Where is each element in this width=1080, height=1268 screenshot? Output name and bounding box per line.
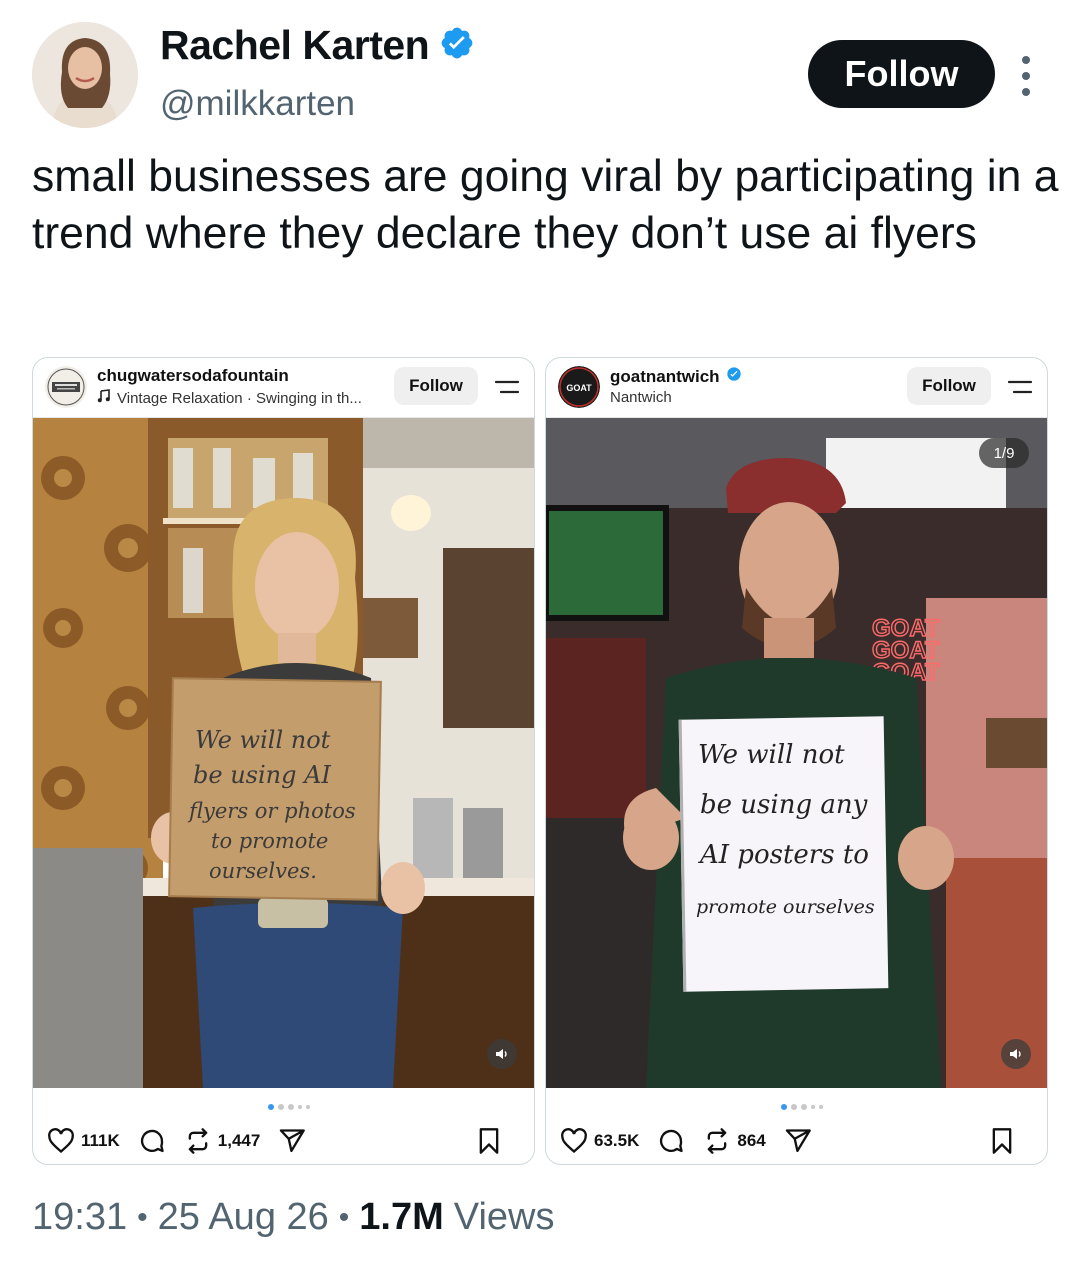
heart-icon bbox=[561, 1128, 587, 1154]
send-icon bbox=[280, 1129, 306, 1153]
bookmark-button[interactable] bbox=[989, 1127, 1015, 1155]
author-avatar[interactable] bbox=[32, 22, 138, 128]
like-count: 111K bbox=[81, 1131, 120, 1150]
carousel-dots bbox=[268, 1104, 310, 1110]
menu-icon[interactable] bbox=[1006, 376, 1034, 398]
embed-follow-button[interactable]: Follow bbox=[907, 367, 991, 405]
repost-icon bbox=[708, 1128, 727, 1154]
embed-audio[interactable]: Vintage Relaxation · Swinging in th... bbox=[97, 389, 362, 407]
tweet-text: small businesses are going viral by part… bbox=[32, 152, 1059, 258]
repost-button[interactable]: 864 bbox=[703, 1127, 766, 1155]
embed-header: GOAT goatnantwich Nantwich Follow bbox=[546, 358, 1047, 418]
tweet-time[interactable]: 19:31 bbox=[32, 1196, 127, 1239]
embed-photo-man-with-sign[interactable]: GOAT GOAT GOAT We will not be using any … bbox=[546, 418, 1047, 1088]
embed-follow-button[interactable]: Follow bbox=[394, 367, 478, 405]
embed-actions: 111K 1,447 bbox=[47, 1124, 520, 1158]
like-count: 63.5K bbox=[594, 1131, 640, 1150]
heart-icon bbox=[48, 1128, 74, 1154]
sign-line: be using any bbox=[700, 790, 868, 820]
author-name-row: Rachel Karten bbox=[160, 22, 475, 69]
repost-icon bbox=[188, 1128, 208, 1154]
sign-line: promote ourselves bbox=[696, 896, 875, 918]
like-button[interactable]: 111K bbox=[47, 1128, 120, 1154]
tweet-date[interactable]: 25 Aug 26 bbox=[158, 1196, 329, 1239]
embedded-post-goatnantwich[interactable]: GOAT goatnantwich Nantwich Follow GOAT G… bbox=[545, 357, 1048, 1165]
embed-username[interactable]: goatnantwich bbox=[610, 366, 742, 387]
separator-dot: • bbox=[137, 1200, 148, 1234]
comment-icon bbox=[140, 1129, 164, 1153]
speaker-icon[interactable] bbox=[1001, 1039, 1031, 1069]
separator-dot: • bbox=[338, 1200, 350, 1234]
views-count[interactable]: 1.7M bbox=[359, 1196, 443, 1239]
sign-line: flyers or photos bbox=[187, 799, 356, 823]
bookmark-button[interactable] bbox=[476, 1127, 502, 1155]
send-icon bbox=[785, 1129, 811, 1153]
carousel-page-indicator: 1/9 bbox=[979, 438, 1029, 468]
sign-line: ourselves. bbox=[209, 859, 317, 883]
author-handle[interactable]: @milkkarten bbox=[160, 84, 355, 124]
author-display-name[interactable]: Rachel Karten bbox=[160, 22, 430, 69]
sign-line: We will not bbox=[195, 726, 331, 754]
sign-line: We will not bbox=[698, 740, 845, 770]
comment-button[interactable] bbox=[138, 1127, 166, 1155]
bookmark-icon bbox=[992, 1128, 1012, 1154]
more-options-icon[interactable] bbox=[1014, 56, 1038, 96]
embed-avatar[interactable] bbox=[45, 366, 87, 408]
speaker-icon[interactable] bbox=[487, 1039, 517, 1069]
embed-location[interactable]: Nantwich bbox=[610, 389, 672, 406]
comment-button[interactable] bbox=[657, 1127, 685, 1155]
sign-line: be using AI bbox=[193, 761, 331, 789]
verified-badge-icon bbox=[726, 366, 742, 387]
embedded-post-chugwater[interactable]: chugwatersodafountain Vintage Relaxation… bbox=[32, 357, 535, 1165]
sign-line: to promote bbox=[211, 829, 328, 853]
embed-actions: 63.5K 864 bbox=[560, 1124, 1033, 1158]
embed-username[interactable]: chugwatersodafountain bbox=[97, 366, 289, 386]
share-button[interactable] bbox=[278, 1127, 306, 1155]
like-button[interactable]: 63.5K bbox=[560, 1128, 639, 1154]
carousel-dots bbox=[781, 1104, 823, 1110]
verified-badge-icon bbox=[439, 25, 475, 66]
views-label: Views bbox=[453, 1196, 555, 1238]
embed-header: chugwatersodafountain Vintage Relaxation… bbox=[33, 358, 534, 418]
repost-count: 1,447 bbox=[217, 1131, 261, 1150]
tweet-meta: 19:31 • 25 Aug 26 • 1.7M Views bbox=[32, 1196, 554, 1239]
follow-button[interactable]: Follow bbox=[808, 40, 995, 108]
embed-photo-girl-with-sign[interactable]: We will not be using AI flyers or photos… bbox=[33, 418, 534, 1088]
share-button[interactable] bbox=[784, 1127, 812, 1155]
bookmark-icon bbox=[479, 1128, 499, 1154]
comment-icon bbox=[660, 1129, 684, 1153]
embed-avatar[interactable]: GOAT bbox=[558, 366, 600, 408]
repost-button[interactable]: 1,447 bbox=[184, 1127, 261, 1155]
music-note-icon bbox=[97, 389, 111, 407]
menu-icon[interactable] bbox=[493, 376, 521, 398]
repost-count: 864 bbox=[737, 1131, 766, 1150]
sign-line: AI posters to bbox=[698, 840, 869, 870]
svg-text:GOAT: GOAT bbox=[566, 383, 592, 393]
